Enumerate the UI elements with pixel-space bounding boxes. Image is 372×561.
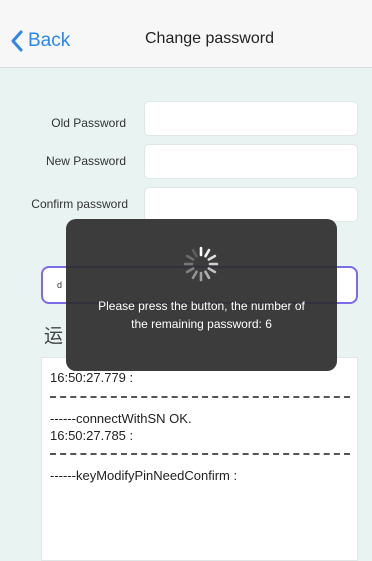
- new-password-input[interactable]: [144, 144, 358, 179]
- navigation-bar: Back Change password: [0, 0, 372, 68]
- confirm-password-label: Confirm password: [31, 197, 128, 211]
- confirm-password-input[interactable]: [144, 187, 358, 222]
- log-divider: [50, 453, 350, 455]
- toast-message-line: Please press the button, the number of: [98, 299, 305, 313]
- spinner-icon: [183, 246, 219, 282]
- log-panel[interactable]: 16:50:27.779 : ------connectWithSN OK. 1…: [41, 357, 358, 561]
- chevron-left-icon: [11, 30, 23, 52]
- new-password-label: New Password: [45, 154, 126, 168]
- back-button[interactable]: Back: [10, 27, 70, 55]
- toast-message-line: the remaining password: 6: [131, 317, 272, 331]
- log-entry: 16:50:27.779 :: [50, 370, 134, 385]
- progress-toast: Please press the button, the number of t…: [66, 219, 337, 371]
- old-password-label: Old Password: [51, 116, 126, 130]
- toast-message: Please press the button, the number of t…: [66, 297, 337, 333]
- back-label: Back: [28, 30, 71, 51]
- log-divider: [50, 396, 350, 398]
- log-title: 运: [44, 326, 64, 347]
- log-entry: ------connectWithSN OK.: [50, 411, 192, 426]
- page-title: Change password: [145, 30, 274, 47]
- old-password-input[interactable]: [144, 101, 358, 136]
- log-entry: 16:50:27.785 :: [50, 428, 134, 443]
- log-entry: ------keyModifyPinNeedConfirm :: [50, 468, 238, 483]
